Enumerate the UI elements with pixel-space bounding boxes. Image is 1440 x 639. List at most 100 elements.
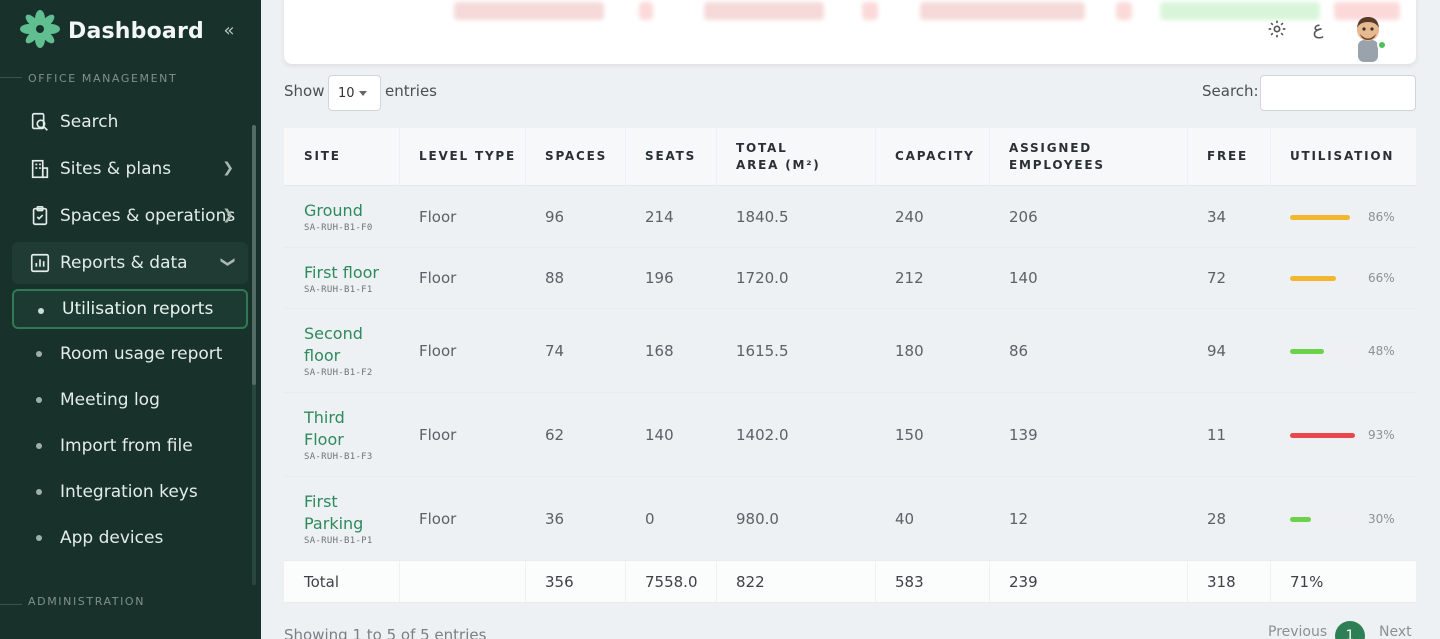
cell-assigned-employees: 140 — [989, 248, 1188, 308]
total-label: Total — [284, 561, 400, 602]
site-link[interactable]: First — [304, 491, 338, 513]
cell-level-type: Floor — [399, 477, 526, 560]
search-input[interactable] — [1260, 75, 1416, 111]
site-cell: Ground SA-RUH-B1-F0 — [284, 186, 400, 247]
cell-free: 94 — [1187, 309, 1271, 392]
site-link[interactable]: Floor — [304, 429, 344, 451]
blurred-banner-segment — [1160, 2, 1320, 20]
sidebar-subitem-meeting-log[interactable]: Meeting log — [12, 380, 248, 420]
cell-free: 28 — [1187, 477, 1271, 560]
sidebar-subitem-label: Integration keys — [60, 482, 198, 502]
sidebar-subitem-utilisation-reports[interactable]: Utilisation reports — [12, 289, 248, 329]
utilisation-bar-fill — [1290, 214, 1351, 220]
avatar[interactable] — [1350, 10, 1386, 62]
sidebar-item-spaces[interactable]: Spaces & operations ❯ — [12, 195, 248, 237]
table-total-row: Total 356 7558.0 822 583 239 318 71% — [284, 561, 1416, 603]
column-header-seats[interactable]: SEATS — [625, 128, 717, 185]
total-spaces: 356 — [525, 561, 626, 602]
brand[interactable]: Dashboard — [20, 10, 204, 52]
column-header-capacity[interactable]: CAPACITY — [875, 128, 990, 185]
bullet-icon — [36, 535, 42, 541]
sidebar-subitem-label: Import from file — [60, 436, 193, 456]
site-code: SA-RUH-B1-F1 — [304, 284, 373, 295]
blurred-banner-segment — [862, 2, 878, 20]
sidebar-scrollbar-thumb[interactable] — [252, 125, 256, 385]
column-header-utilisation[interactable]: UTILISATION — [1270, 128, 1416, 185]
cell-spaces: 62 — [525, 393, 626, 476]
cell-total-area: 1720.0 — [716, 248, 876, 308]
total-seats: 7558.0 — [625, 561, 717, 602]
chevron-right-icon: ❯ — [222, 160, 234, 176]
cell-total-area: 1615.5 — [716, 309, 876, 392]
cell-level-type: Floor — [399, 248, 526, 308]
table-row: First Parking SA-RUH-B1-P1 Floor 36 0 980.0 40 1… — [284, 477, 1416, 561]
section-label-admin: ADMINISTRATION — [28, 595, 146, 608]
sidebar-item-search[interactable]: Search — [12, 101, 248, 143]
next-page-button[interactable]: Next — [1379, 624, 1412, 639]
site-link[interactable]: First floor — [304, 262, 379, 284]
cell-utilisation: 48% — [1270, 309, 1416, 392]
column-header-free[interactable]: FREE — [1187, 128, 1271, 185]
column-header-level-type[interactable]: LEVEL TYPE — [399, 128, 526, 185]
blurred-banner-segment — [704, 2, 824, 20]
utilisation-bar-track — [1290, 348, 1356, 354]
gear-icon[interactable] — [1264, 16, 1290, 42]
blurred-banner-segment — [1116, 2, 1132, 20]
cell-spaces: 74 — [525, 309, 626, 392]
total-utilisation: 71% — [1290, 572, 1324, 591]
brand-title: Dashboard — [68, 18, 204, 44]
cell-free: 72 — [1187, 248, 1271, 308]
cell-assigned-employees: 86 — [989, 309, 1188, 392]
clipboard-check-icon — [28, 204, 52, 228]
utilisation-bar-track — [1290, 276, 1356, 281]
cell-utilisation: 86% — [1270, 186, 1416, 247]
utilisation-bar-fill — [1290, 348, 1324, 354]
sidebar-subitem-integration-keys[interactable]: Integration keys — [12, 472, 248, 512]
sidebar-subitem-room-usage[interactable]: Room usage report — [12, 334, 248, 374]
site-link[interactable]: Second — [304, 323, 363, 345]
site-link[interactable]: floor — [304, 345, 340, 367]
sidebar-item-reports[interactable]: Reports & data ❯ — [12, 242, 248, 284]
sidebar-item-sites[interactable]: Sites & plans ❯ — [12, 148, 248, 190]
total-area: 822 — [716, 561, 876, 602]
blurred-banner-segment — [639, 2, 653, 20]
double-chevron-left-icon[interactable]: « — [218, 20, 240, 42]
cell-capacity: 40 — [875, 477, 990, 560]
table-row: Third Floor SA-RUH-B1-F3 Floor 62 140 1402.0 15… — [284, 393, 1416, 477]
chart-icon — [28, 251, 52, 275]
utilisation-percent: 48% — [1368, 343, 1395, 358]
page-length-select[interactable]: 10 — [328, 75, 381, 111]
cell-level-type: Floor — [399, 309, 526, 392]
table-row: Second floor SA-RUH-B1-F2 Floor 74 168 1615.5 1… — [284, 309, 1416, 393]
show-label: Show — [284, 82, 325, 100]
page-button-current[interactable]: 1 — [1335, 621, 1365, 639]
previous-page-button[interactable]: Previous — [1268, 624, 1327, 639]
language-toggle[interactable]: ع — [1305, 16, 1331, 42]
section-divider — [0, 604, 22, 605]
table-row: Ground SA-RUH-B1-F0 Floor 96 214 1840.5 240 206… — [284, 186, 1416, 248]
column-header-spaces[interactable]: SPACES — [525, 128, 626, 185]
utilisation-bar-fill — [1290, 276, 1337, 281]
sidebar-subitem-app-devices[interactable]: App devices — [12, 518, 248, 558]
site-link[interactable]: Third — [304, 407, 345, 429]
site-code: SA-RUH-B1-F0 — [304, 223, 373, 233]
column-header-assigned-employees[interactable]: ASSIGNED EMPLOYEES — [989, 128, 1188, 185]
cell-utilisation: 30% — [1270, 477, 1416, 560]
site-link[interactable]: Parking — [304, 513, 363, 535]
sidebar-subitem-import[interactable]: Import from file — [12, 426, 248, 466]
section-divider — [0, 77, 22, 78]
cell-seats: 168 — [625, 309, 717, 392]
site-link[interactable]: Ground — [304, 200, 363, 222]
bullet-icon — [36, 489, 42, 495]
utilisation-bar-track — [1290, 214, 1356, 220]
leaf-logo-icon — [20, 10, 60, 52]
column-header-total-area[interactable]: TOTAL AREA (M²) — [716, 128, 876, 185]
utilisation-percent: 93% — [1368, 427, 1395, 442]
site-code: SA-RUH-B1-F2 — [304, 368, 373, 378]
site-cell: First Parking SA-RUH-B1-P1 — [284, 477, 400, 560]
cell-total-area: 980.0 — [716, 477, 876, 560]
site-code: SA-RUH-B1-F3 — [304, 452, 373, 462]
utilisation-bar-fill — [1290, 516, 1311, 522]
cell-assigned-employees: 12 — [989, 477, 1188, 560]
column-header-site[interactable]: SITE — [284, 128, 400, 185]
